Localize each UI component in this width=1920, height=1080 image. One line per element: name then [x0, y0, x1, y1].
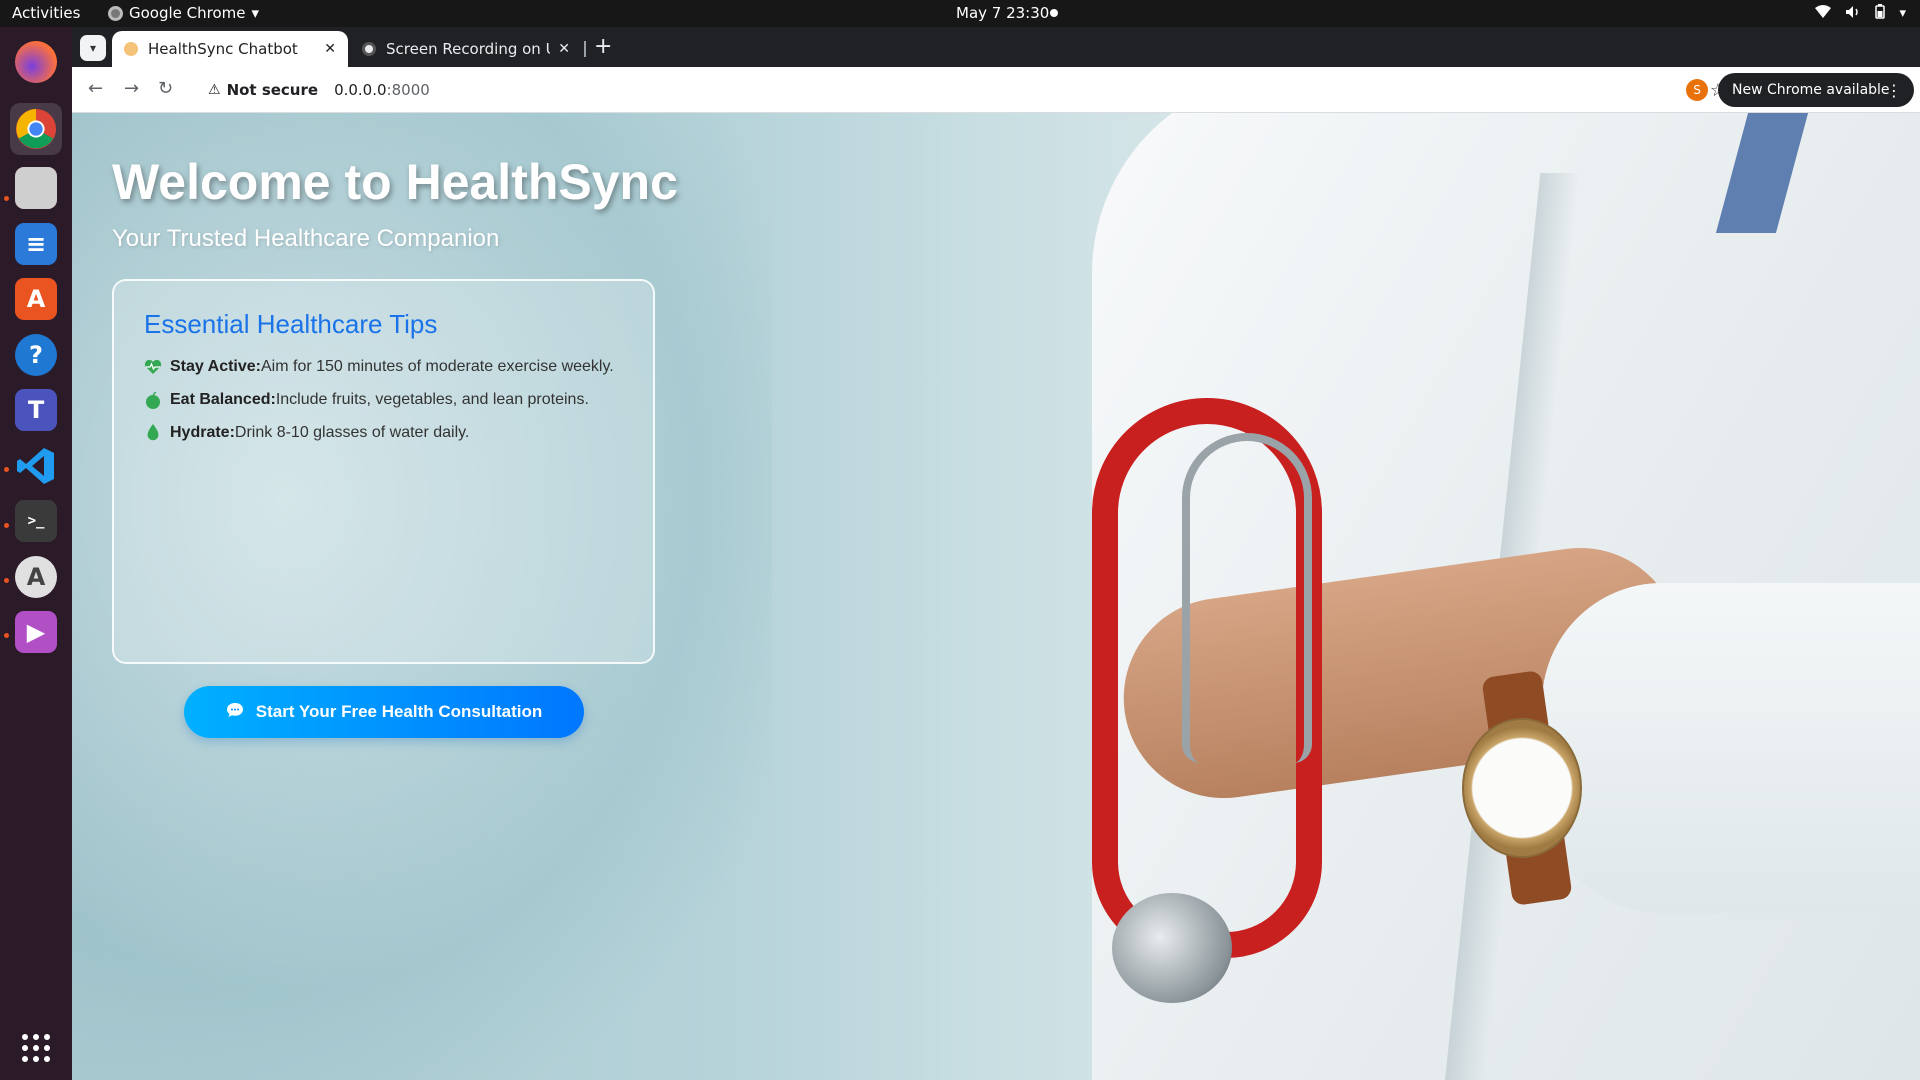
tip-label: Hydrate:: [170, 424, 235, 441]
tab-title: Screen Recording on Ubuntu: [386, 40, 550, 58]
url-port: :8000: [386, 81, 430, 99]
dock-app-center[interactable]: A: [10, 273, 62, 325]
update-chrome-button[interactable]: New Chrome available ⋮: [1718, 73, 1914, 107]
terminal-icon: >_: [15, 500, 57, 542]
warning-icon: ⚠: [208, 82, 221, 98]
running-indicator-icon: [4, 467, 9, 472]
profile-avatar[interactable]: S: [1686, 79, 1708, 101]
dock-media-player[interactable]: ▶: [10, 606, 62, 658]
start-consultation-button[interactable]: Start Your Free Health Consultation: [184, 686, 584, 738]
dock-files[interactable]: [10, 162, 62, 214]
running-indicator-icon: [4, 196, 9, 201]
tab-healthsync[interactable]: HealthSync Chatbot ✕: [112, 31, 348, 67]
dock-firefox[interactable]: [10, 36, 62, 88]
dock-writer[interactable]: ≡: [10, 218, 62, 270]
address-bar[interactable]: ⚠ Not secure 0.0.0.0:8000 ☆: [194, 72, 1740, 108]
dock-show-apps[interactable]: [10, 1022, 62, 1074]
dock-teams[interactable]: T: [10, 384, 62, 436]
play-icon: ▶: [15, 611, 57, 653]
tab-strip: ▾ HealthSync Chatbot ✕ Screen Recording …: [72, 27, 1920, 67]
tab-screen-recording[interactable]: Screen Recording on Ubuntu ✕: [350, 31, 582, 67]
firefox-icon: [15, 41, 57, 83]
help-icon: ?: [15, 334, 57, 376]
back-arrow-icon[interactable]: ←: [88, 78, 103, 99]
chrome-icon: [108, 5, 123, 21]
dock-vscode[interactable]: [10, 440, 62, 492]
kebab-menu-icon: ⋮: [1886, 80, 1902, 100]
clock[interactable]: May 7 23:30: [956, 4, 1049, 22]
stethoscope-chestpiece: [1112, 893, 1232, 1003]
dock-terminal[interactable]: >_: [10, 495, 62, 547]
url-host: 0.0.0.0: [334, 81, 387, 99]
folder-icon: [15, 167, 57, 209]
dock-chrome[interactable]: [10, 103, 62, 155]
page-title: Welcome to HealthSync: [112, 154, 678, 210]
store-icon: A: [15, 278, 57, 320]
system-menu-caret-icon: ▾: [1899, 6, 1906, 21]
caret-down-icon: ▾: [251, 4, 260, 22]
hero-image-sleeve: [1542, 583, 1920, 913]
tips-card: Essential Healthcare Tips Stay Active: A…: [112, 279, 655, 664]
teams-icon: T: [15, 389, 57, 431]
start-consultation-label: Start Your Free Health Consultation: [255, 702, 543, 721]
hero-section: Welcome to HealthSync Your Trusted Healt…: [112, 153, 712, 253]
favicon-icon: [362, 42, 376, 56]
update-chrome-label: New Chrome available: [1732, 82, 1890, 98]
dock: ≡ A ? T >_ A ▶: [0, 27, 72, 1080]
tips-heading: Essential Healthcare Tips: [144, 309, 438, 339]
url-text[interactable]: 0.0.0.0:8000: [334, 81, 430, 99]
recording-indicator-icon: [1050, 9, 1058, 17]
apple-icon: [144, 391, 162, 409]
wifi-icon: [1815, 4, 1832, 23]
chat-bubble-icon: [226, 702, 244, 723]
favicon-icon: [124, 42, 138, 56]
reload-icon[interactable]: ↻: [158, 78, 173, 99]
forward-arrow-icon[interactable]: →: [124, 78, 139, 99]
dock-software-updater[interactable]: A: [10, 551, 62, 603]
activities-button[interactable]: Activities: [12, 4, 80, 22]
battery-icon: [1875, 4, 1886, 23]
chrome-icon: [15, 108, 57, 150]
security-label[interactable]: Not secure: [227, 81, 319, 99]
grid-icon: [15, 1027, 57, 1069]
watch-face: [1462, 718, 1582, 858]
page-subtitle: Your Trusted Healthcare Companion: [112, 225, 500, 252]
tip-item: Eat Balanced: Include fruits, vegetables…: [144, 391, 623, 409]
app-menu-label: Google Chrome: [129, 4, 246, 22]
vscode-icon: [15, 445, 57, 487]
running-indicator-icon: [4, 633, 9, 638]
tip-label: Stay Active:: [170, 358, 261, 375]
new-tab-button[interactable]: +: [594, 34, 612, 59]
tab-title: HealthSync Chatbot: [148, 40, 298, 58]
tip-text: Aim for 150 minutes of moderate exercise…: [261, 358, 614, 375]
web-page: Welcome to HealthSync Your Trusted Healt…: [72, 113, 1920, 1080]
updater-icon: A: [15, 556, 57, 598]
dock-help[interactable]: ?: [10, 329, 62, 381]
tip-item: Hydrate: Drink 8-10 glasses of water dai…: [144, 424, 623, 442]
tab-search-button[interactable]: ▾: [80, 35, 106, 61]
tip-text: Drink 8-10 glasses of water daily.: [234, 424, 470, 441]
running-indicator-icon: [4, 578, 9, 583]
document-icon: ≡: [15, 223, 57, 265]
tip-item: Stay Active: Aim for 150 minutes of mode…: [144, 358, 623, 376]
tip-label: Eat Balanced:: [170, 391, 276, 408]
tip-text: Include fruits, vegetables, and lean pro…: [275, 391, 589, 408]
system-top-bar: Activities Google Chrome ▾ May 7 23:30 ▾: [0, 0, 1920, 27]
close-tab-icon[interactable]: ✕: [558, 41, 570, 57]
app-menu[interactable]: Google Chrome ▾: [108, 4, 259, 22]
tab-divider: [584, 41, 586, 57]
system-tray[interactable]: ▾: [1815, 4, 1906, 23]
browser-toolbar: ← → ↻ ⚠ Not secure 0.0.0.0:8000 ☆ S New …: [72, 67, 1920, 113]
stethoscope-binaural: [1182, 433, 1312, 763]
volume-icon: [1845, 5, 1861, 23]
droplet-icon: [144, 424, 162, 442]
heartbeat-icon: [144, 358, 162, 376]
running-indicator-icon: [4, 523, 9, 528]
close-tab-icon[interactable]: ✕: [324, 41, 336, 57]
